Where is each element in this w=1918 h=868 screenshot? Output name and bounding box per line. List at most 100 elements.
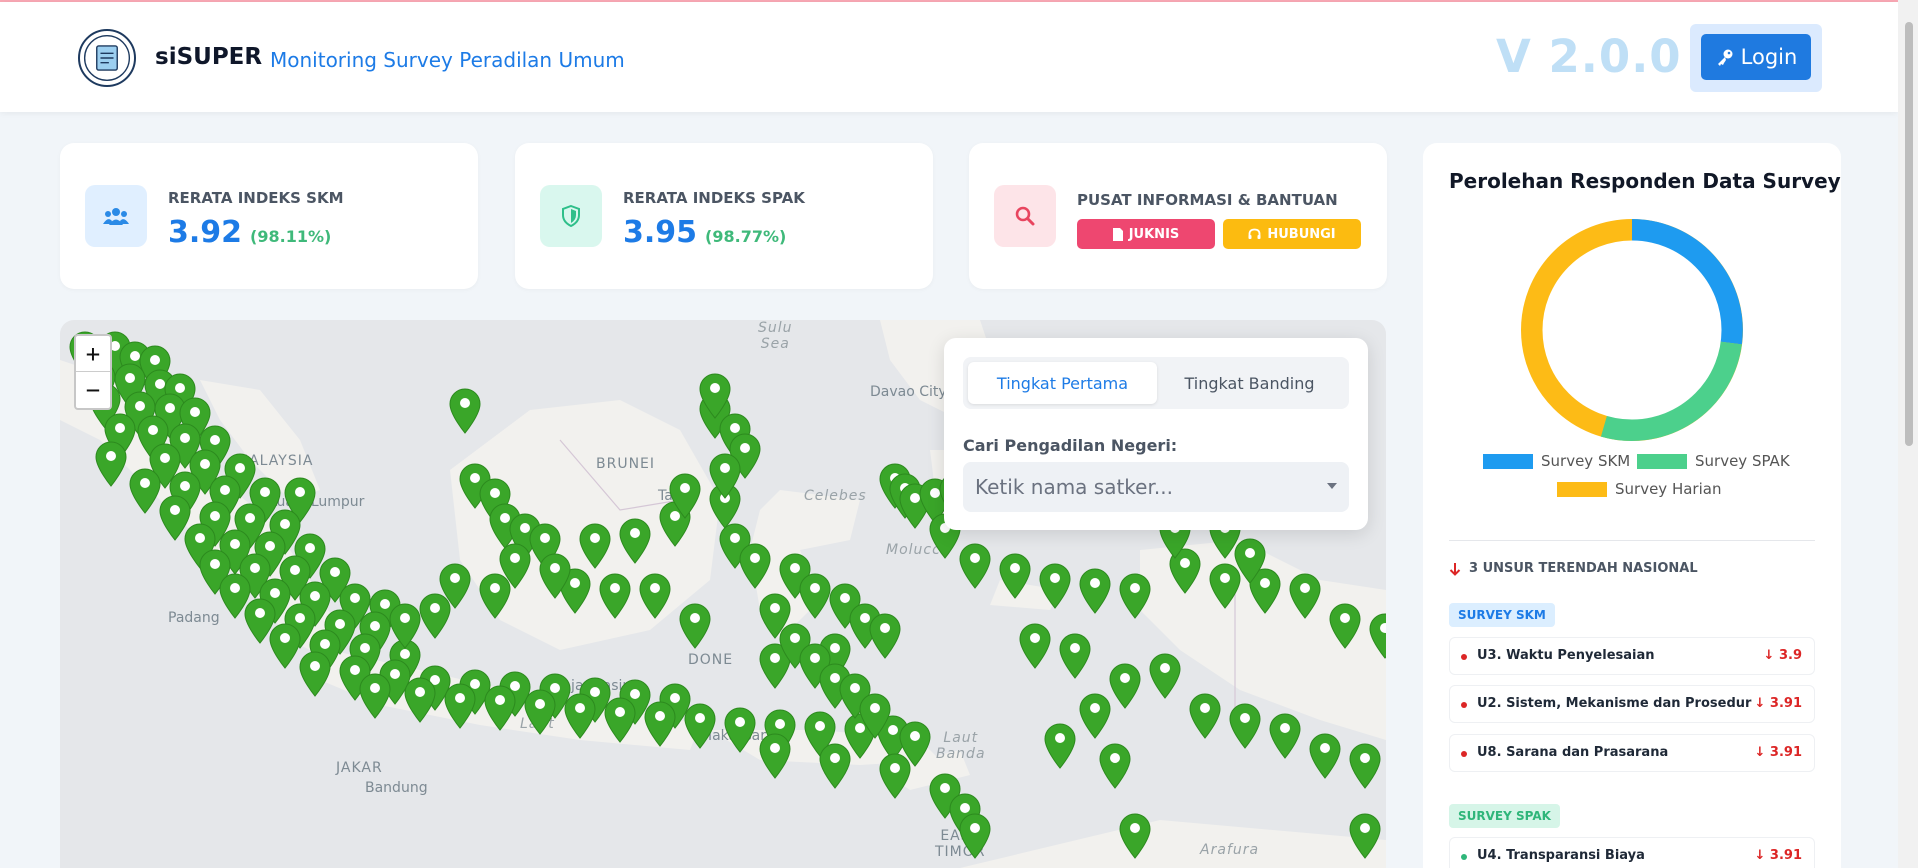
court-search-label: Cari Pengadilan Negeri:: [963, 436, 1178, 455]
donut-segment-spak[interactable]: [1600, 341, 1742, 441]
legend-item-harian[interactable]: Survey Harian: [1557, 480, 1721, 498]
bullet-dot: [1461, 751, 1467, 757]
court-marker-pin[interactable]: [1109, 663, 1141, 709]
court-marker-pin[interactable]: [1044, 723, 1076, 769]
search-icon: [994, 185, 1056, 247]
court-marker-pin[interactable]: [799, 573, 831, 619]
court-marker-pin[interactable]: [739, 543, 771, 589]
court-marker-pin[interactable]: [1209, 563, 1241, 609]
donut-segment-skm[interactable]: [1631, 219, 1743, 345]
legend-item-spak[interactable]: Survey SPAK: [1637, 452, 1790, 470]
skm-percent: (98.11%): [250, 227, 332, 246]
juknis-label: JUKNIS: [1128, 226, 1180, 242]
legend-label-spak: Survey SPAK: [1695, 452, 1790, 470]
court-marker-pin[interactable]: [724, 707, 756, 753]
juknis-button[interactable]: JUKNIS: [1077, 219, 1215, 249]
court-marker-pin[interactable]: [579, 523, 611, 569]
court-marker-pin[interactable]: [564, 693, 596, 739]
login-button[interactable]: Login: [1701, 34, 1811, 80]
court-marker-pin[interactable]: [1189, 693, 1221, 739]
court-marker-pin[interactable]: [599, 573, 631, 619]
court-marker-pin[interactable]: [404, 677, 436, 723]
court-marker-pin[interactable]: [679, 603, 711, 649]
court-search-select[interactable]: Ketik nama satker...: [963, 462, 1349, 512]
legend-swatch-spak: [1637, 453, 1687, 469]
legend-item-skm[interactable]: Survey SKM: [1483, 452, 1630, 470]
court-marker-pin[interactable]: [1149, 653, 1181, 699]
court-marker-pin[interactable]: [524, 689, 556, 735]
hubungi-button[interactable]: HUBUNGI: [1223, 219, 1361, 249]
legend-swatch-skm: [1483, 453, 1533, 469]
court-marker-pin[interactable]: [479, 573, 511, 619]
responden-donut-chart[interactable]: [1520, 218, 1744, 442]
badge-survey-spak: SURVEY SPAK: [1449, 804, 1560, 828]
court-marker-pin[interactable]: [1329, 603, 1361, 649]
help-label: PUSAT INFORMASI & BANTUAN: [1077, 191, 1338, 209]
responden-panel: Perolehan Responden Data Survey Survey S…: [1423, 143, 1841, 868]
legend-label-harian: Survey Harian: [1615, 480, 1722, 498]
legend-label-skm: Survey SKM: [1541, 452, 1631, 470]
sisuper-logo: [78, 29, 136, 87]
court-marker-pin[interactable]: [759, 733, 791, 779]
court-marker-pin[interactable]: [359, 673, 391, 719]
login-label: Login: [1740, 45, 1798, 69]
court-marker-pin[interactable]: [1059, 633, 1091, 679]
court-marker-pin[interactable]: [959, 543, 991, 589]
court-marker-pin[interactable]: [639, 573, 671, 619]
zoom-in-button[interactable]: +: [76, 336, 110, 372]
court-marker-pin[interactable]: [1019, 623, 1051, 669]
tab-tingkat-banding[interactable]: Tingkat Banding: [1155, 362, 1344, 404]
court-marker-pin[interactable]: [95, 441, 127, 487]
court-marker-pin[interactable]: [419, 593, 451, 639]
spak-low-item-1: U4. Transparansi Biaya ↓ 3.91: [1449, 837, 1815, 868]
skm-low-value-text: 3.91: [1769, 696, 1802, 711]
skm-low-item-name: U8. Sarana dan Prasarana: [1477, 745, 1669, 760]
tab-tingkat-pertama[interactable]: Tingkat Pertama: [968, 362, 1157, 404]
spak-index-card: RERATA INDEKS SPAK 3.95 (98.77%): [515, 143, 933, 289]
court-marker-pin[interactable]: [619, 518, 651, 564]
court-marker-pin[interactable]: [1369, 613, 1386, 659]
court-marker-pin[interactable]: [959, 813, 991, 859]
court-marker-pin[interactable]: [879, 753, 911, 799]
court-marker-pin[interactable]: [1079, 693, 1111, 739]
brand-name: siSUPER: [155, 44, 263, 70]
bullet-dot: [1461, 702, 1467, 708]
court-marker-pin[interactable]: [819, 743, 851, 789]
chevron-down-icon: [1327, 483, 1337, 489]
court-marker-pin[interactable]: [1039, 563, 1071, 609]
court-marker-pin[interactable]: [1079, 568, 1111, 614]
spak-low-value-text: 3.91: [1769, 848, 1802, 863]
court-marker-pin[interactable]: [1349, 743, 1381, 789]
spak-low-item-name: U4. Transparansi Biaya: [1477, 848, 1645, 863]
skm-low-item-name: U2. Sistem, Mekanisme dan Prosedur: [1477, 696, 1752, 711]
court-marker-pin[interactable]: [389, 603, 421, 649]
court-marker-pin[interactable]: [444, 683, 476, 729]
court-marker-pin[interactable]: [269, 623, 301, 669]
court-marker-pin[interactable]: [684, 703, 716, 749]
court-marker-pin[interactable]: [1349, 813, 1381, 859]
court-marker-pin[interactable]: [1289, 573, 1321, 619]
court-marker-pin[interactable]: [484, 685, 516, 731]
court-marker-pin[interactable]: [604, 697, 636, 743]
court-marker-pin[interactable]: [1229, 703, 1261, 749]
court-marker-pin[interactable]: [644, 701, 676, 747]
court-marker-pin[interactable]: [129, 468, 161, 514]
skm-low-item-value: ↓ 3.91: [1754, 696, 1803, 711]
court-marker-pin[interactable]: [449, 388, 481, 434]
skm-low-item-value: ↓ 3.91: [1754, 745, 1803, 760]
court-marker-pin[interactable]: [999, 553, 1031, 599]
court-marker-pin[interactable]: [1119, 813, 1151, 859]
court-marker-pin[interactable]: [1119, 573, 1151, 619]
help-card: PUSAT INFORMASI & BANTUAN JUKNIS HUBUNGI: [969, 143, 1387, 289]
zoom-out-button[interactable]: −: [76, 372, 110, 408]
scrollbar-thumb[interactable]: [1905, 22, 1913, 446]
legend-swatch-harian: [1557, 481, 1607, 497]
court-marker-pin[interactable]: [869, 613, 901, 659]
skm-index-card: RERATA INDEKS SKM 3.92 (98.11%): [60, 143, 478, 289]
court-marker-pin[interactable]: [299, 651, 331, 697]
court-marker-pin[interactable]: [1309, 733, 1341, 779]
court-marker-pin[interactable]: [1099, 743, 1131, 789]
page-scrollbar[interactable]: [1898, 0, 1918, 868]
court-marker-pin[interactable]: [1269, 713, 1301, 759]
skm-value: 3.92: [168, 215, 243, 250]
